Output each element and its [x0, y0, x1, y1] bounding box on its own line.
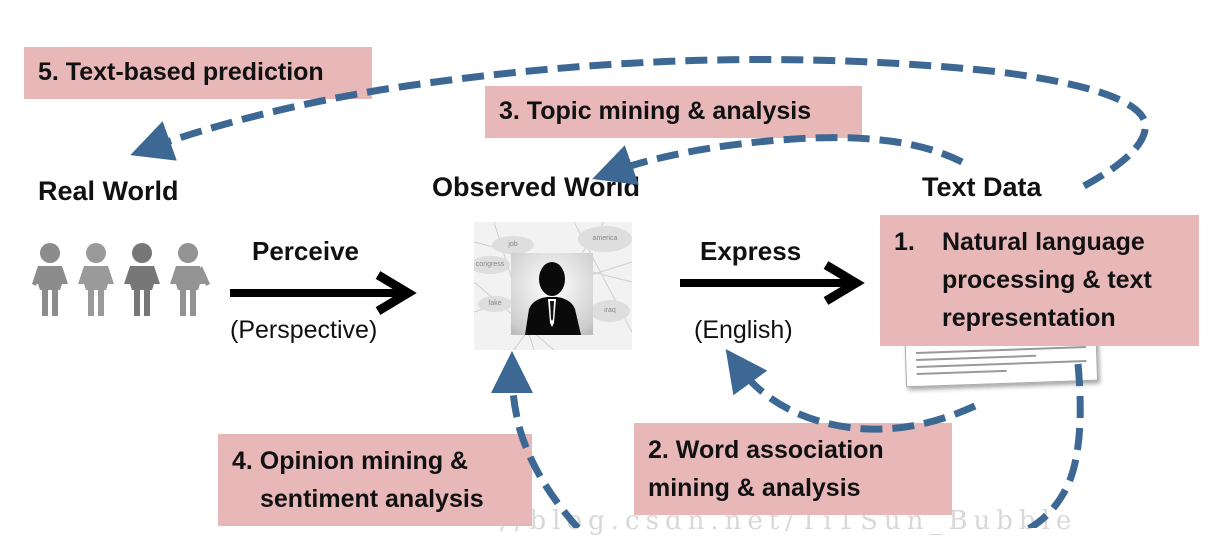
- task-1-number: 1.: [894, 228, 915, 256]
- real-world-heading: Real World: [38, 176, 179, 206]
- perspective-label: (Perspective): [230, 316, 378, 344]
- person-silhouette-icon: [525, 262, 581, 335]
- task-1-line-1: Natural language: [942, 228, 1145, 256]
- task-4-line-2: sentiment analysis: [260, 485, 484, 513]
- perceive-arrow: [230, 271, 417, 315]
- task-5-label: 5. Text-based prediction: [38, 58, 324, 86]
- observed-world-heading: Observed World: [432, 172, 641, 202]
- task-1-box: 1. Natural language processing & text re…: [880, 215, 1199, 346]
- word-bubble: fake: [478, 296, 512, 312]
- arrow-topic-mining: [592, 134, 964, 185]
- task-2-line-2: mining & analysis: [648, 474, 861, 502]
- word-bubble: america: [578, 226, 632, 252]
- task-1-line-2: processing & text: [942, 266, 1152, 294]
- word-bubble: iraq: [590, 300, 630, 322]
- express-arrow: [680, 261, 865, 305]
- task-4-box: 4. Opinion mining & sentiment analysis: [218, 434, 532, 526]
- text-data-heading: Text Data: [922, 172, 1042, 202]
- english-label: (English): [694, 316, 793, 344]
- task-2-line-1: 2. Word association: [648, 436, 884, 464]
- task-3-box: 3. Topic mining & analysis: [485, 86, 862, 138]
- task-5-box: 5. Text-based prediction: [24, 47, 372, 99]
- task-3-label: 3. Topic mining & analysis: [499, 97, 812, 125]
- word-bubble: job: [492, 236, 534, 254]
- task-2-box: 2. Word association mining & analysis: [634, 423, 952, 515]
- people-icon: [32, 243, 210, 316]
- perceive-label: Perceive: [252, 236, 359, 266]
- task-1-line-3: representation: [942, 304, 1116, 332]
- person-silhouette-tile: [511, 253, 593, 335]
- task-4-line-1: 4. Opinion mining &: [232, 447, 469, 475]
